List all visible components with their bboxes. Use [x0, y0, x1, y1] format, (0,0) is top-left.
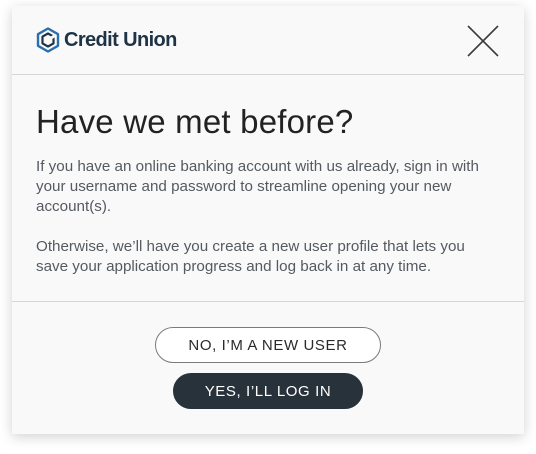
brand-name: Credit Union — [64, 28, 177, 51]
close-button[interactable] — [466, 24, 500, 58]
log-in-button[interactable]: YES, I’LL LOG IN — [173, 373, 363, 409]
sign-in-prompt-dialog: Credit Union Have we met before? If you … — [12, 6, 524, 434]
existing-account-explanation: If you have an online banking account wi… — [36, 158, 479, 215]
dialog-header: Credit Union — [12, 6, 524, 75]
hexagon-c-logo-icon — [36, 27, 60, 53]
new-profile-explanation: Otherwise, we’ll have you create a new u… — [36, 238, 465, 275]
dialog-body: Have we met before? If you have an onlin… — [12, 75, 524, 302]
dialog-actions: NO, I’M A NEW USER YES, I’LL LOG IN — [12, 302, 524, 409]
dialog-title: Have we met before? — [36, 103, 354, 140]
credit-union-logo: Credit Union — [36, 27, 177, 53]
new-user-button[interactable]: NO, I’M A NEW USER — [155, 327, 381, 363]
close-icon — [467, 25, 499, 57]
